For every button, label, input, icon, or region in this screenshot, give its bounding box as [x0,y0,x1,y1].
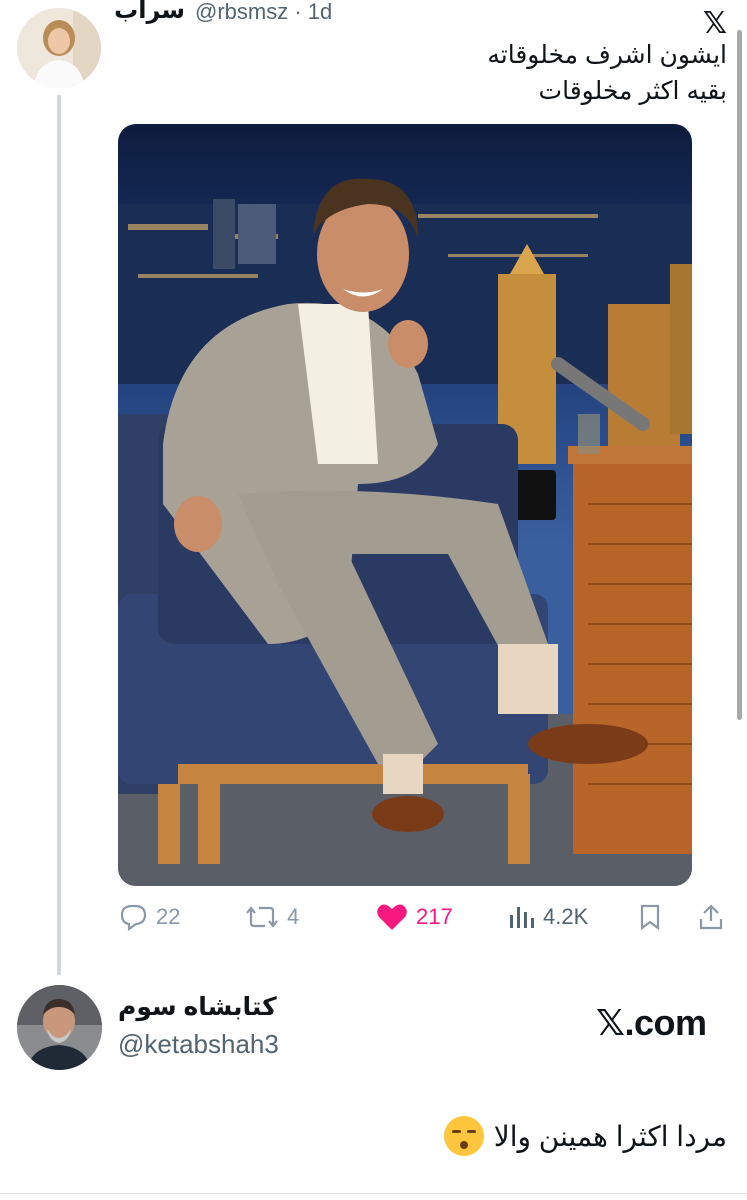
reply-icon [120,904,147,931]
avatar[interactable] [17,8,101,88]
like-button[interactable]: 217 [376,903,453,931]
reply-text-content: مردا اكثرا همينن والا [493,1120,727,1152]
retweet-icon [246,906,278,928]
views-button[interactable]: 4.2K [507,903,588,931]
author-handle-timestamp[interactable]: @rbsmsz · 1d [195,0,332,25]
share-icon [699,904,723,930]
thread-connector-line [57,95,61,975]
divider [0,1193,747,1194]
retweet-count: 4 [287,904,300,929]
bookmark-button[interactable] [637,903,663,931]
author-name[interactable]: كتابشاه سوم [118,992,277,1022]
author-handle[interactable]: @ketabshah3 [118,1029,279,1060]
retweet-button[interactable]: 4 [245,903,299,931]
author-name[interactable]: سراب [114,0,185,25]
tweet-text: مردا اكثرا همينن والا [443,1116,727,1156]
views-icon [510,907,534,928]
tired-face-emoji-icon [443,1116,484,1156]
views-count: 4.2K [543,904,589,929]
reply-count: 22 [156,904,181,929]
avatar[interactable] [17,985,102,1070]
tweet-text: ايشون اشرف مخلوقاته بقيه اكثر مخلوقات [167,37,727,109]
scrollbar[interactable] [737,30,742,720]
x-logo-icon: 𝕏 [702,7,727,40]
like-count: 217 [416,904,453,929]
bookmark-icon [640,904,660,931]
tweet-photo[interactable] [118,124,692,886]
tweet-text-line: ايشون اشرف مخلوقاته [487,41,727,69]
share-button[interactable] [697,903,725,931]
x-com-logo: 𝕏.com [596,1002,707,1043]
heart-icon [377,904,407,930]
tweet-text-line: بقيه اكثر مخلوقات [538,77,727,105]
reply-button[interactable]: 22 [118,903,180,931]
